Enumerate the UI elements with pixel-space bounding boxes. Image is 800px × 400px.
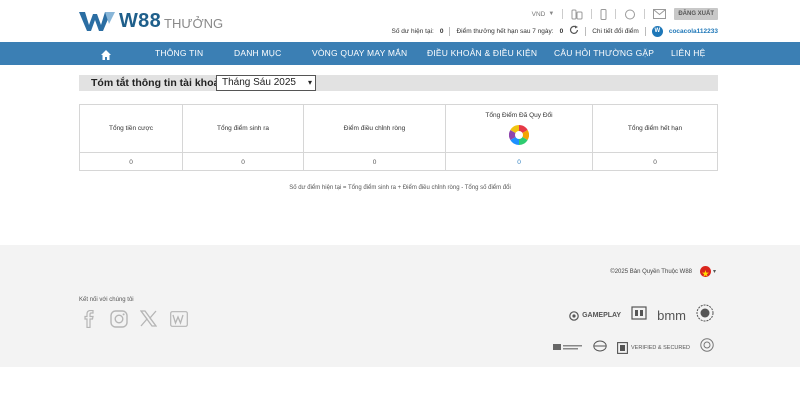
divider [644, 9, 646, 19]
header-utility-row: VND ▼ ĐĂNG XUẤT [532, 7, 718, 21]
table-value-cell: 0 [304, 152, 446, 171]
divider [585, 26, 587, 36]
top-header: W88 THƯỞNG VND ▼ ĐĂNG XUẤT Số dư hiện tạ… [0, 0, 800, 42]
table-value-cell: 0 [593, 152, 717, 171]
copyright-text: ©2025 Bản Quyền Thuộc W88 [610, 269, 692, 275]
currency-label: VND [531, 10, 546, 18]
w88-logo-icon [79, 12, 115, 31]
expiring-points-label: Điểm thưởng hết hạn sau 7 ngày: [456, 27, 554, 35]
balance-value: 0 [439, 27, 444, 35]
certification-seal-icon [700, 338, 714, 357]
table-value-cell[interactable]: 0 [446, 152, 593, 171]
verified-secured-text: VERIFIED & SECURED [631, 344, 690, 351]
balance-label: Số dư hiện tại: [391, 27, 434, 35]
divider [562, 9, 564, 19]
partner-badge-icon [631, 306, 647, 325]
user-icon: W [651, 25, 663, 37]
header-account-area: VND ▼ ĐĂNG XUẤT Số dư hiện tại: 0 Điểm t… [392, 5, 718, 41]
home-icon[interactable] [100, 47, 112, 60]
divider [644, 26, 646, 36]
column-points-earned: Tổng điểm sinh ra [216, 125, 270, 132]
bmm-logo: bmm [657, 308, 686, 323]
gameplay-logo-text: GAMEPLAY [582, 312, 622, 319]
partner-logos: GAMEPLAY bmm VERIFIED & SECURED [553, 304, 714, 357]
month-select-value: Tháng Sáu 2025 [222, 77, 296, 88]
account-summary-title: Tóm tắt thông tin tài khoản [91, 77, 226, 89]
table-header-cell: Điểm điều chỉnh ròng [304, 105, 446, 152]
divider [449, 26, 451, 36]
device-icon[interactable] [571, 9, 583, 20]
caret-down-icon: ▼ [548, 11, 555, 17]
table-header-cell: Tổng điểm sinh ra [183, 105, 304, 152]
column-total-bets: Tổng tiền cược [108, 125, 154, 132]
regulator-logo-icon [553, 339, 583, 357]
mobile-icon[interactable] [600, 8, 607, 20]
divider [591, 9, 593, 19]
table-header-cell: Tổng tiền cược [80, 105, 183, 152]
summary-table: Tổng tiền cược Tổng điểm sinh ra Điểm đi… [79, 104, 718, 171]
partner-row: VERIFIED & SECURED [553, 338, 714, 357]
redeem-details-link[interactable]: Chi tiết đổi điểm [592, 28, 639, 35]
x-icon[interactable] [139, 309, 158, 328]
brand-logo[interactable]: W88 THƯỞNG [79, 9, 223, 33]
verified-secured-logo: VERIFIED & SECURED [617, 341, 690, 354]
vietnam-flag-icon[interactable] [700, 266, 711, 277]
username[interactable]: cocacola112233 [669, 28, 718, 35]
instagram-icon[interactable] [109, 309, 128, 328]
gameplay-logo: GAMEPLAY [569, 310, 622, 321]
currency-selector[interactable]: VND ▼ [532, 11, 555, 18]
column-points-redeemed: Tổng Điểm Đã Quy Đổi [485, 112, 553, 119]
table-header-cell: Tổng điểm hết hạn [593, 105, 717, 152]
social-links [79, 309, 188, 328]
nav-item-faq[interactable]: CÂU HỎI THƯỜNG GẶP [554, 42, 654, 65]
column-points-expired: Tổng điểm hết hạn [627, 125, 683, 132]
partner-row: GAMEPLAY bmm [553, 304, 714, 327]
chevron-down-icon: ▾ [307, 78, 312, 87]
points-formula-note: Số dư điểm hiện tại = Tổng điểm sinh ra … [289, 185, 511, 191]
nav-item-info[interactable]: THÔNG TIN [155, 42, 203, 65]
table-header-cell: Tổng Điểm Đã Quy Đổi [446, 105, 593, 152]
w88-icon[interactable] [169, 309, 188, 328]
refresh-icon[interactable] [569, 25, 579, 37]
expiring-points-value: 0 [559, 27, 564, 35]
table-value-cell: 0 [80, 152, 183, 171]
logout-button[interactable]: ĐĂNG XUẤT [674, 8, 718, 20]
globe-logo-icon [593, 339, 607, 357]
footer: ©2025 Bản Quyền Thuộc W88 ▾ Kết nối với … [0, 245, 800, 367]
nav-item-lucky-wheel[interactable]: VÒNG QUAY MAY MẮN [312, 42, 407, 65]
brand-name: W88 [119, 9, 162, 32]
divider [615, 9, 617, 19]
caret-down-icon[interactable]: ▾ [713, 268, 716, 275]
account-summary-bar: Tóm tắt thông tin tài khoản Tháng Sáu 20… [79, 75, 718, 91]
table-value-cell: 0 [183, 152, 304, 171]
lucky-wheel-icon[interactable] [509, 125, 529, 145]
nav-item-terms[interactable]: ĐIỀU KHOẢN & ĐIỀU KIỆN [427, 42, 537, 65]
nav-item-catalog[interactable]: DANH MỤC [234, 42, 281, 65]
main-nav: THÔNG TIN DANH MỤC VÒNG QUAY MAY MẮN ĐIỀ… [0, 42, 800, 65]
chat-icon[interactable] [624, 9, 636, 20]
mail-icon[interactable] [653, 9, 667, 20]
header-balance-row: Số dư hiện tại: 0 Điểm thưởng hết hạn sa… [392, 25, 718, 37]
facebook-icon[interactable] [79, 309, 98, 328]
seal-icon [696, 304, 714, 327]
column-net-adjustment: Điểm điều chỉnh ròng [343, 125, 406, 132]
brand-subtitle: THƯỞNG [164, 15, 224, 31]
connect-label: Kết nối với chúng tôi [79, 297, 134, 303]
month-select[interactable]: Tháng Sáu 2025 ▾ [216, 75, 316, 91]
nav-item-contact[interactable]: LIÊN HỆ [671, 42, 705, 65]
